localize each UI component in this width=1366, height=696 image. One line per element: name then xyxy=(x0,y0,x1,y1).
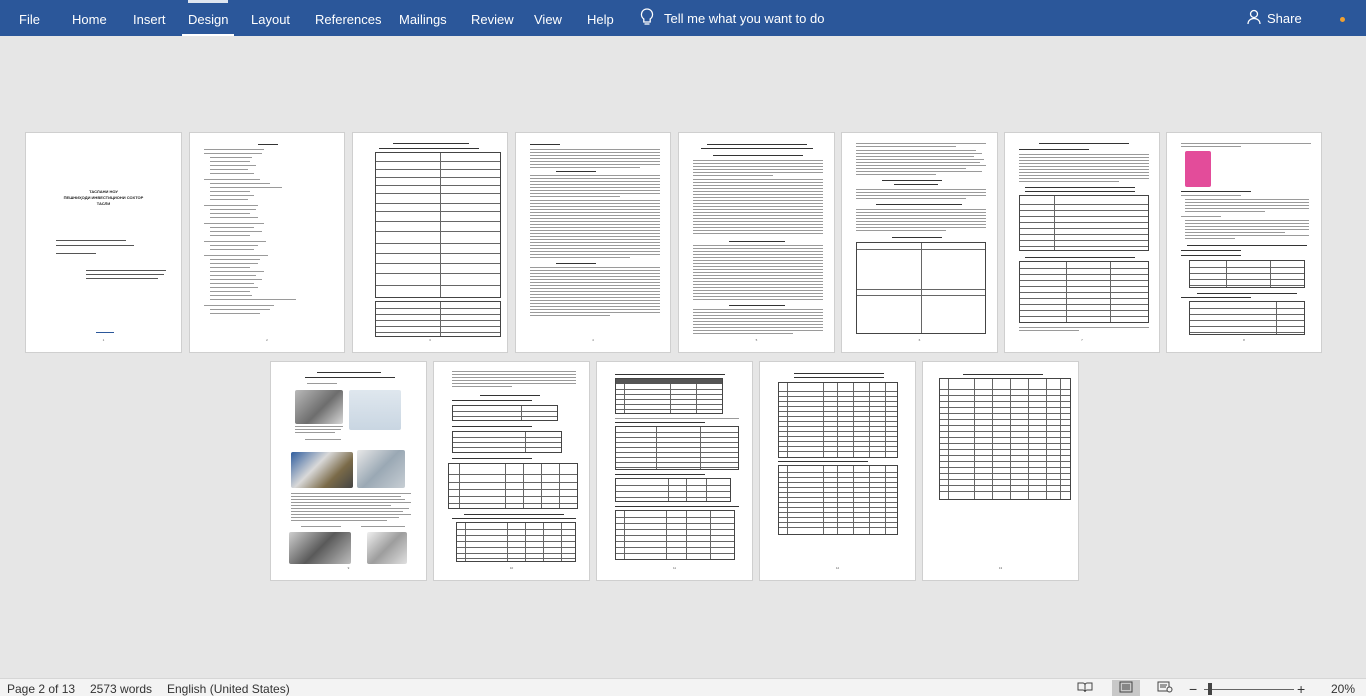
zoom-level[interactable]: 20% xyxy=(1331,679,1355,696)
page-number: 9 xyxy=(347,566,350,570)
web-layout-icon xyxy=(1157,681,1173,696)
tab-home[interactable]: Home xyxy=(72,0,107,36)
page-number: 5 xyxy=(755,338,758,342)
page-number: 6 xyxy=(918,338,921,342)
zoom-slider-thumb[interactable] xyxy=(1208,683,1212,695)
page-number: 12 xyxy=(835,566,840,570)
tab-view[interactable]: View xyxy=(534,0,562,36)
document-page-7[interactable]: 7 xyxy=(1004,132,1160,353)
share-label: Share xyxy=(1267,10,1302,26)
page-number: 10 xyxy=(509,566,514,570)
lightbulb-icon xyxy=(640,7,654,29)
document-page-4[interactable]: 4 xyxy=(515,132,671,353)
machine-photo-4 xyxy=(357,450,405,488)
page-number: 13 xyxy=(998,566,1003,570)
tab-mailings[interactable]: Mailings xyxy=(399,0,447,36)
zoom-in-button[interactable]: + xyxy=(1297,679,1305,696)
cover-title-line2: ПЕШНИҲОДИ ИНВЕСТИЦИОНИ СОХТОР xyxy=(63,195,144,200)
cover-title-line3: ТАСЛИ xyxy=(96,201,111,206)
cover-title-line1: ТАСЛАНИ НОУ xyxy=(89,189,118,194)
share-button[interactable]: Share xyxy=(1247,0,1302,36)
page-count[interactable]: Page 2 of 13 xyxy=(7,679,75,696)
document-page-8[interactable]: 8 xyxy=(1166,132,1322,353)
document-page-1[interactable]: ТАСЛАНИ НОУ ПЕШНИҲОДИ ИНВЕСТИЦИОНИ СОХТО… xyxy=(25,132,182,353)
product-photo xyxy=(1185,151,1211,187)
web-layout-button[interactable] xyxy=(1151,680,1179,696)
language-indicator[interactable]: English (United States) xyxy=(167,679,290,696)
page-number: 7 xyxy=(1081,338,1083,342)
tell-me-search[interactable]: Tell me what you want to do xyxy=(640,0,824,36)
zoom-out-button[interactable]: − xyxy=(1189,679,1197,696)
page-number: 11 xyxy=(672,566,677,570)
page-number: 3 xyxy=(429,338,431,342)
notification-dot xyxy=(1340,17,1345,22)
tab-file[interactable]: File xyxy=(19,0,40,36)
document-page-10[interactable]: 10 xyxy=(433,361,590,581)
machine-photo-2 xyxy=(349,390,401,430)
document-page-9[interactable]: 9 xyxy=(270,361,427,581)
book-icon xyxy=(1077,681,1093,696)
machine-photo-3 xyxy=(291,452,353,488)
tab-layout[interactable]: Layout xyxy=(251,0,290,36)
tab-insert[interactable]: Insert xyxy=(133,0,166,36)
tab-help[interactable]: Help xyxy=(587,0,614,36)
machine-photo-6 xyxy=(367,532,407,564)
machine-photo-5 xyxy=(289,532,351,564)
page-layout-icon xyxy=(1119,681,1133,696)
ribbon-bar: File Home Insert Design Layout Reference… xyxy=(0,0,1366,36)
tab-review[interactable]: Review xyxy=(471,0,514,36)
tab-references[interactable]: References xyxy=(315,0,381,36)
word-count[interactable]: 2573 words xyxy=(90,679,152,696)
document-page-13[interactable]: 13 xyxy=(922,361,1079,581)
status-bar: Page 2 of 13 2573 words English (United … xyxy=(0,678,1366,696)
document-page-11[interactable]: 11 xyxy=(596,361,753,581)
page-number: 8 xyxy=(1243,338,1245,342)
print-layout-button[interactable] xyxy=(1112,680,1140,696)
document-page-3[interactable]: 3 xyxy=(352,132,508,353)
page-number: 2 xyxy=(266,338,268,342)
person-icon xyxy=(1247,9,1261,28)
page-number: 1 xyxy=(102,338,105,342)
zoom-slider[interactable] xyxy=(1204,689,1294,690)
document-page-6[interactable]: 6 xyxy=(841,132,998,353)
machine-photo-1 xyxy=(295,390,343,424)
document-canvas[interactable]: ТАСЛАНИ НОУ ПЕШНИҲОДИ ИНВЕСТИЦИОНИ СОХТО… xyxy=(0,36,1366,678)
page-number: 4 xyxy=(592,338,594,342)
document-page-5[interactable]: 5 xyxy=(678,132,835,353)
read-mode-button[interactable] xyxy=(1071,680,1099,696)
tell-me-label: Tell me what you want to do xyxy=(664,10,825,26)
document-page-2[interactable]: 2 xyxy=(189,132,345,353)
tab-design[interactable]: Design xyxy=(181,0,236,36)
document-page-12[interactable]: 12 xyxy=(759,361,916,581)
